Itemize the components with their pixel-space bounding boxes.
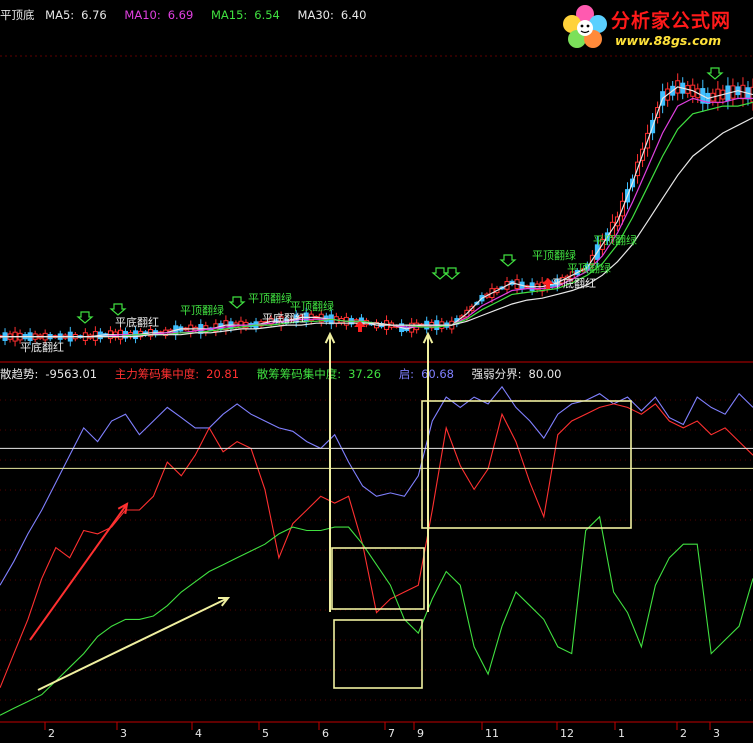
signal-layer: 平顶翻绿平顶翻绿平顶翻绿平顶翻绿平顶翻绿平顶翻绿平底翻红平底翻红平底翻红平底翻红 xyxy=(20,67,724,354)
signal-label: 平顶翻绿 xyxy=(290,299,334,313)
signal-label: 平底翻红 xyxy=(552,276,596,290)
x-tick-label: 7 xyxy=(388,727,395,740)
chart-canvas: 平顶翻绿平顶翻绿平顶翻绿平顶翻绿平顶翻绿平顶翻绿平底翻红平底翻红平底翻红平底翻红… xyxy=(0,55,753,740)
price-series-ma30 xyxy=(0,117,753,338)
x-tick-label: 2 xyxy=(48,727,55,740)
x-tick-label: 2 xyxy=(680,727,687,740)
indicator-series-layer xyxy=(0,385,753,716)
price-series-ma15 xyxy=(0,101,753,338)
x-tick-label: 11 xyxy=(485,727,499,740)
x-tick-label: 1 xyxy=(618,727,625,740)
x-tick-label: 6 xyxy=(322,727,329,740)
down-arrow-icon xyxy=(228,296,246,309)
x-tick-label: 3 xyxy=(713,727,720,740)
signal-label: 平底翻红 xyxy=(262,311,306,325)
x-tick-label: 5 xyxy=(262,727,269,740)
down-arrow-icon xyxy=(76,311,94,324)
down-arrow-icon xyxy=(443,267,461,280)
price-series-layer xyxy=(0,86,753,338)
indicator-series-0 xyxy=(0,385,753,586)
x-tick-label: 9 xyxy=(417,727,424,740)
signal-label: 平底翻红 xyxy=(115,315,159,329)
indicator-series-2 xyxy=(0,515,753,716)
signal-label: 平顶翻绿 xyxy=(567,261,611,275)
x-tick-label: 3 xyxy=(120,727,127,740)
signal-label: 平顶翻绿 xyxy=(532,248,576,262)
yellow-trend-arrow xyxy=(37,597,229,691)
signal-label: 平顶翻绿 xyxy=(180,303,224,317)
down-arrow-icon xyxy=(109,303,127,316)
down-arrow-icon xyxy=(706,67,724,80)
candlestick-layer xyxy=(0,73,753,347)
signal-label: 平顶翻绿 xyxy=(593,233,637,247)
price-series-ma10 xyxy=(0,97,753,338)
annotation-box xyxy=(331,547,425,610)
indicator-series-1 xyxy=(0,403,753,689)
annotation-box xyxy=(421,400,632,529)
signal-label: 平底翻红 xyxy=(20,340,64,354)
annotation-layer xyxy=(29,331,632,691)
signal-label: 平顶翻绿 xyxy=(248,291,292,305)
price-series-ma5 xyxy=(0,86,753,338)
annotation-box xyxy=(333,619,423,689)
x-tick-label: 4 xyxy=(195,727,202,740)
grid-layer xyxy=(0,55,753,723)
down-arrow-icon xyxy=(499,254,517,267)
x-axis: 2 3 4 5 6 7 9 11 12 1 2 3 xyxy=(44,722,720,740)
x-tick-label: 12 xyxy=(560,727,574,740)
stock-chart-window: { "top_header": { "indicator_name": "平顶底… xyxy=(0,0,753,743)
